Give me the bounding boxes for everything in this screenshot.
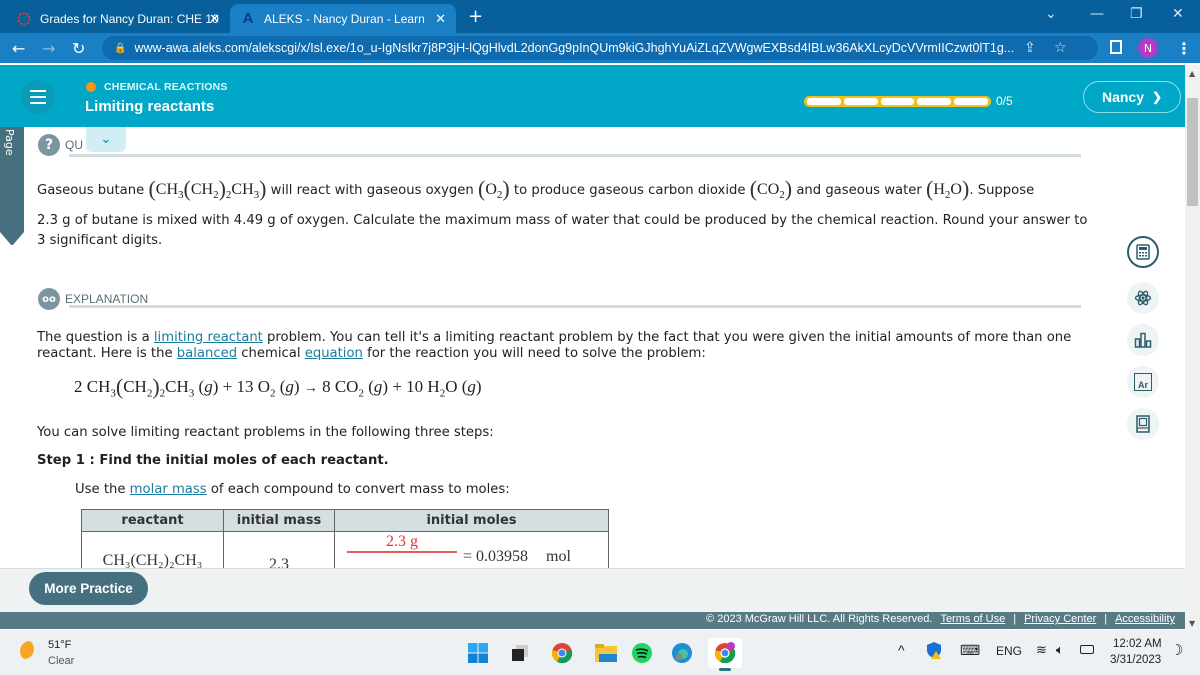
calculator-icon[interactable] [1127,236,1159,268]
close-icon[interactable]: ✕ [435,11,446,27]
share-icon[interactable]: ⇪ [1024,40,1036,56]
column-header: initial moles [334,509,609,532]
terms-link[interactable]: Terms of Use [940,613,1005,625]
main-content: ? QU N ⌄ Gaseous butane (CH3(CH2)2CH3) w… [24,127,1114,568]
chart-icon[interactable] [1127,324,1159,356]
periodic-table-icon[interactable]: Ar [1127,366,1159,398]
tab-label: ALEKS - Nancy Duran - Learn [264,11,425,26]
balanced-equation: 2 CH3(CH2)2CH3 (g) + 13 O2 (g) → 8 CO2 (… [74,374,482,400]
sidepanel-icon[interactable] [1110,40,1122,54]
spotify-icon[interactable] [630,641,654,665]
table-row: CH₃(CH₂)₂CH₃ 2.3 2.3 g = 0.03958 mol [81,531,609,568]
clock-time[interactable]: 12:02 AM [1113,638,1162,650]
keyboard-icon[interactable]: ⌨ [960,642,980,659]
progress-bar [804,96,991,107]
weather-condition: Clear [48,655,75,667]
tray-overflow-icon[interactable]: ^ [898,642,905,658]
step1-instruction: Use the molar mass of each compound to c… [75,482,510,497]
language-indicator[interactable]: ENG [996,644,1022,658]
focus-moon-icon[interactable]: ☽ [1170,641,1183,659]
accessibility-link[interactable]: Accessibility [1115,613,1175,625]
link-molar-mass[interactable]: molar mass [130,482,207,497]
question-icon: ? [38,134,60,156]
scroll-down-icon[interactable]: ▼ [1189,619,1195,628]
steps-intro: You can solve limiting reactant problems… [37,425,494,440]
windows-start-icon[interactable] [466,641,490,665]
hamburger-menu-button[interactable] [21,80,55,114]
chevron-down-icon: ❯ [1151,90,1163,104]
explanation-p2: reactant. Here is the balanced chemical … [37,346,706,361]
window-close-icon[interactable]: ✕ [1172,6,1184,22]
task-view-icon[interactable] [508,641,532,665]
user-menu-button[interactable]: Nancy ❯ [1083,81,1181,113]
step1-heading: Step 1 : Find the initial moles of each … [37,453,389,468]
reload-icon[interactable]: ↻ [72,39,85,58]
file-explorer-icon[interactable] [594,641,618,665]
status-dot-icon [86,82,96,92]
privacy-link[interactable]: Privacy Center [1024,613,1096,625]
glasses-icon: oo [38,288,60,310]
topic-category: CHEMICAL REACTIONS [86,81,228,93]
bookmark-star-icon[interactable]: ☆ [1054,40,1067,56]
explanation-p1: The question is a limiting reactant prob… [37,330,1072,345]
minimize-icon[interactable]: — [1090,6,1104,22]
cell-reactant: CH₃(CH₂)₂CH₃ [81,531,224,568]
moon-weather-icon [20,641,40,661]
back-icon[interactable]: ← [12,39,25,58]
close-icon[interactable]: ✕ [209,11,220,27]
canvas-icon [16,11,32,27]
wifi-icon[interactable]: ≋ [1036,642,1047,658]
restore-icon[interactable]: ❐ [1130,6,1143,22]
link-equation[interactable]: equation [305,346,363,361]
scroll-up-icon[interactable]: ▲ [1189,69,1195,78]
browser-tab-bar: Grades for Nancy Duran: CHE 10 ✕ A ALEKS… [0,0,1200,33]
more-practice-bar: More Practice [0,568,1185,612]
column-header: initial mass [223,509,335,532]
new-tab-button[interactable]: + [468,6,483,27]
collapse-toggle-button[interactable]: ⌄ [86,127,126,152]
security-shield-icon[interactable] [926,641,942,662]
cell-mass: 2.3 [223,531,335,568]
page-scrollbar[interactable]: ▲ ▼ [1185,65,1200,630]
question-text-line1: Gaseous butane (CH3(CH2)2CH3) will react… [37,176,1035,202]
column-header: reactant [81,509,224,532]
cell-moles: 2.3 g = 0.03958 mol [334,531,609,568]
page-footer: © 2023 McGraw Hill LLC. All Rights Reser… [0,612,1185,629]
menu-kebab-icon[interactable]: ⋮ [1176,39,1192,58]
chevron-down-icon: ⌄ [100,132,112,147]
progress-label: 0/5 [996,94,1013,108]
chrome-icon[interactable] [550,641,574,665]
aleks-header: CHEMICAL REACTIONS Limiting reactants 0/… [0,65,1185,127]
url-text[interactable]: www-awa.aleks.com/alekscgi/x/Isl.exe/1o_… [134,41,1014,55]
question-text-line2: 2.3 g of butane is mixed with 4.49 g of … [37,213,1088,228]
aleks-icon: A [242,10,254,27]
battery-icon[interactable] [1080,645,1094,654]
weather-temp[interactable]: 51°F [48,639,71,651]
moles-table: reactant initial mass initial moles CH₃(… [81,509,609,568]
tab-grades[interactable]: Grades for Nancy Duran: CHE 10 ✕ [0,4,230,33]
windows-taskbar: 51°F Clear ^ ⌨ ENG ≋ 🔈︎ 12:02 AM 3/31/20… [0,630,1200,675]
chrome-profile-taskbar-icon[interactable] [708,638,742,671]
tab-aleks[interactable]: A ALEKS - Nancy Duran - Learn ✕ [230,4,456,33]
copyright-text: © 2023 McGraw Hill LLC. All Rights Reser… [706,613,933,625]
lock-icon: 🔒 [114,42,127,54]
forward-icon[interactable]: → [42,39,55,58]
more-practice-button[interactable]: More Practice [29,572,148,605]
atom-icon[interactable] [1127,282,1159,314]
link-limiting-reactant[interactable]: limiting reactant [154,330,263,345]
volume-icon[interactable]: 🔈︎ [1056,642,1064,658]
tab-search-icon[interactable]: ⌄ [1045,6,1057,22]
clock-date[interactable]: 3/31/2023 [1110,654,1161,666]
textbook-icon[interactable] [1127,408,1159,440]
edge-icon[interactable] [670,641,694,665]
scrollbar-thumb[interactable] [1187,98,1198,206]
tab-label: Grades for Nancy Duran: CHE 10 [40,11,219,26]
link-balanced[interactable]: balanced [177,346,237,361]
topic-title: Limiting reactants [85,98,215,115]
browser-toolbar: ← → ↻ 🔒 www-awa.aleks.com/alekscgi/x/Isl… [0,33,1200,63]
profile-avatar[interactable]: N [1138,38,1158,58]
address-bar[interactable]: 🔒 www-awa.aleks.com/alekscgi/x/Isl.exe/1… [102,36,1098,60]
question-text-line3: 3 significant digits. [37,233,163,248]
page-side-tab[interactable]: Page [0,127,24,246]
